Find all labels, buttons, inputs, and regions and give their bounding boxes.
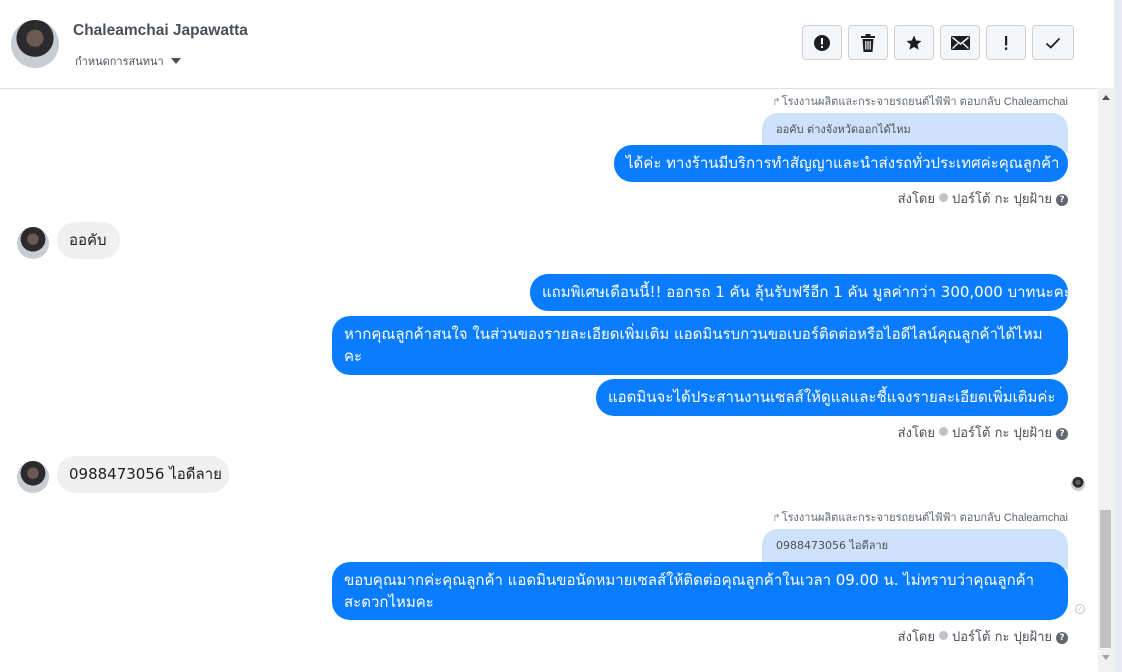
scroll-up-arrow-icon[interactable] <box>1102 95 1110 100</box>
reply-meta-text: โรงงานผลิตและกระจายรถยนต์ไฟ้ฟ้า ตอบกลับ … <box>781 512 1068 524</box>
quoted-message-text: ออคับ ต่างจังหวัดออกได้ไหม <box>776 123 911 136</box>
star-icon <box>906 35 922 50</box>
sent-by-name: ปอร์โต้ กะ ปุยฝ้าย <box>952 630 1052 645</box>
alert-circle-icon <box>814 34 830 51</box>
mark-unread-button[interactable] <box>940 25 980 60</box>
reply-meta: ↱โรงงานผลิตและกระจายรถยนต์ไฟ้ฟ้า ตอบกลับ… <box>772 92 1068 110</box>
message-text: ออคับ <box>69 231 107 249</box>
follow-up-button[interactable] <box>986 25 1026 60</box>
conversation-view: Chaleamchai Japawatta กำหนดการสนทนา ↱โรง… <box>0 0 1122 672</box>
verified-check-icon <box>939 193 948 202</box>
report-spam-button[interactable] <box>802 25 842 60</box>
contact-name[interactable]: Chaleamchai Japawatta <box>73 22 248 40</box>
sent-by-prefix: ส่งโดย <box>897 630 935 645</box>
sent-by: ส่งโดย ปอร์โต้ กะ ปุยฝ้าย? <box>898 626 1068 647</box>
window-edge <box>1114 0 1122 672</box>
outgoing-message[interactable]: ขอบคุณมากค่ะคุณลูกค้า แอดมินขอนัดหมายเซล… <box>332 562 1068 620</box>
delete-button[interactable] <box>848 25 888 60</box>
outgoing-message[interactable]: หากคุณลูกค้าสนใจ ในส่วนของรายละเอียดเพิ่… <box>332 316 1068 375</box>
sent-by-prefix: ส่งโดย <box>897 192 935 207</box>
trash-icon <box>861 33 875 52</box>
conversation-toolbar <box>802 25 1074 60</box>
assign-conversation-label: กำหนดการสนทนา <box>75 55 164 68</box>
verified-check-icon <box>939 631 948 640</box>
seen-avatar <box>1071 477 1085 491</box>
verified-check-icon <box>939 427 948 436</box>
assign-conversation-dropdown[interactable]: กำหนดการสนทนา <box>75 52 181 70</box>
message-text: ได้ค่ะ ทางร้านมีบริการทำสัญญาและนำส่งรถท… <box>626 154 1060 172</box>
scrollbar-thumb[interactable] <box>1100 510 1111 648</box>
sent-by-name: ปอร์โต้ กะ ปุยฝ้าย <box>952 192 1052 207</box>
message-text: 0988473056 ไอดีลาย <box>69 465 222 483</box>
message-text: แอดมินจะได้ประสานงานเซลส์ให้ดูแลและชี้แจ… <box>608 388 1056 406</box>
check-icon <box>1045 37 1061 49</box>
sender-avatar[interactable] <box>17 461 49 493</box>
sent-by: ส่งโดย ปอร์โต้ กะ ปุยฝ้าย? <box>898 188 1068 209</box>
exclamation-icon <box>1005 35 1008 50</box>
sent-by: ส่งโดย ปอร์โต้ กะ ปุยฝ้าย? <box>898 422 1068 443</box>
sent-by-prefix: ส่งโดย <box>897 426 935 441</box>
sent-by-name: ปอร์โต้ กะ ปุยฝ้าย <box>952 426 1052 441</box>
scroll-down-arrow-icon[interactable] <box>1102 655 1110 660</box>
outgoing-message[interactable]: แอดมินจะได้ประสานงานเซลส์ให้ดูแลและชี้แจ… <box>596 379 1068 416</box>
reply-icon: ↱ <box>772 513 781 524</box>
outgoing-message[interactable]: แถมพิเศษเดือนนี้!! ออกรถ 1 คัน ลุ้นรับฟร… <box>530 274 1072 311</box>
delivered-check-icon: ✓ <box>1075 604 1085 614</box>
reply-meta: ↱โรงงานผลิตและกระจายรถยนต์ไฟ้ฟ้า ตอบกลับ… <box>772 508 1068 526</box>
reply-meta-text: โรงงานผลิตและกระจายรถยนต์ไฟ้ฟ้า ตอบกลับ … <box>781 96 1068 108</box>
mark-done-button[interactable] <box>1032 25 1074 60</box>
help-icon[interactable]: ? <box>1056 194 1068 206</box>
help-icon[interactable]: ? <box>1056 632 1068 644</box>
help-icon[interactable]: ? <box>1056 428 1068 440</box>
star-button[interactable] <box>894 25 934 60</box>
reply-icon: ↱ <box>772 97 781 108</box>
message-text: หากคุณลูกค้าสนใจ ในส่วนของรายละเอียดเพิ่… <box>344 325 1043 365</box>
conversation-header: Chaleamchai Japawatta กำหนดการสนทนา <box>0 0 1114 89</box>
outgoing-message[interactable]: ได้ค่ะ ทางร้านมีบริการทำสัญญาและนำส่งรถท… <box>614 145 1068 182</box>
envelope-icon <box>950 35 970 50</box>
message-text: แถมพิเศษเดือนนี้!! ออกรถ 1 คัน ลุ้นรับฟร… <box>542 283 1072 301</box>
incoming-message[interactable]: ออคับ <box>57 222 120 259</box>
message-text: ขอบคุณมากค่ะคุณลูกค้า แอดมินขอนัดหมายเซล… <box>344 571 1035 611</box>
caret-down-icon <box>170 58 181 64</box>
sender-avatar[interactable] <box>17 227 49 259</box>
quoted-message-text: 0988473056 ไอดีลาย <box>776 539 889 552</box>
incoming-message[interactable]: 0988473056 ไอดีลาย <box>57 456 229 493</box>
contact-avatar[interactable] <box>11 20 59 68</box>
vertical-scrollbar[interactable] <box>1098 88 1114 672</box>
